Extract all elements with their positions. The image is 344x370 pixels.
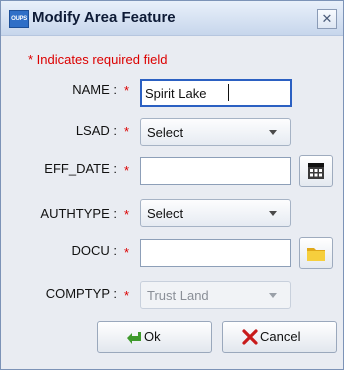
name-input-value: Spirit Lake [145,86,207,101]
name-input[interactable]: Spirit Lake [140,79,292,107]
authtype-select[interactable]: Select [140,199,291,227]
calendar-button[interactable] [299,155,333,187]
authtype-selected-value: Select [147,206,184,221]
browse-folder-button[interactable] [299,237,333,269]
folder-icon [307,248,325,261]
name-label: NAME : [72,82,117,97]
close-button[interactable]: ✕ [317,9,337,29]
green-arrow-icon [127,332,141,344]
docu-required-marker: * [124,245,130,260]
dialog-window: OUPS Modify Area Feature ✕ * Indicates r… [0,0,344,370]
eff-date-input[interactable] [140,157,291,185]
comptyp-selected-value: Trust Land [147,288,209,303]
lsad-required-marker: * [124,124,130,139]
app-logo-icon: OUPS [9,10,29,28]
ok-button-label: Ok [144,329,161,344]
dialog-title: Modify Area Feature [32,9,176,26]
comptyp-required-marker: * [124,288,130,303]
authtype-required-marker: * [124,207,130,222]
calendar-icon [308,163,324,179]
chevron-down-icon [269,130,277,135]
docu-label: DOCU : [71,243,118,258]
eff-date-required-marker: * [124,163,130,178]
chevron-down-icon [269,293,277,298]
comptyp-label: COMPTYP : [45,286,117,301]
cancel-button-label: Cancel [260,329,301,344]
eff-date-label: EFF_DATE : [44,161,117,176]
title-bar[interactable]: OUPS Modify Area Feature ✕ [1,1,343,36]
text-caret [228,84,229,101]
lsad-label: LSAD : [75,123,117,138]
chevron-down-icon [269,211,277,216]
lsad-select[interactable]: Select [140,118,291,146]
docu-input[interactable] [140,239,291,267]
red-x-icon [242,329,258,345]
name-required-marker: * [124,83,130,98]
required-field-note: * Indicates required field [28,52,168,67]
ok-button[interactable]: Ok [97,321,212,353]
comptyp-select[interactable]: Trust Land [140,281,291,309]
lsad-selected-value: Select [147,125,184,140]
cancel-button[interactable]: Cancel [222,321,337,353]
authtype-label: AUTHTYPE : [40,206,117,221]
